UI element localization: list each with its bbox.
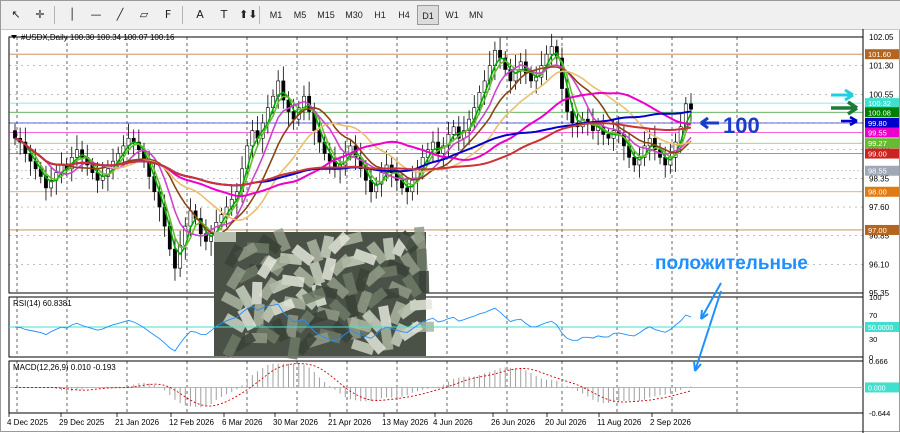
price-tick-label: 101.30 (869, 62, 894, 71)
rsi-tick-label: 70 (869, 311, 877, 320)
date-label: 4 Jun 2026 (433, 418, 473, 427)
price-label-text: 99.55 (868, 129, 887, 138)
cursor-icon[interactable]: ↖ (7, 5, 25, 25)
price-tick-label: 100.55 (869, 90, 894, 99)
timeframe-m30[interactable]: M30 (341, 5, 367, 25)
banknote (251, 281, 263, 305)
price-label-text: 97.00 (868, 226, 887, 235)
date-label: 12 Feb 2026 (169, 418, 214, 427)
date-label: 21 Jan 2026 (115, 418, 160, 427)
macd-tick-label: 0.666 (869, 357, 888, 366)
price-label-text: 100.08 (868, 108, 891, 117)
candle-body (431, 141, 435, 151)
crosshair-icon[interactable]: ✛ (31, 5, 49, 25)
candle-body (549, 46, 554, 55)
toolbar-separator (54, 6, 55, 24)
price-label-text: 98.55 (868, 167, 887, 176)
candle-body (13, 130, 17, 139)
price-label-text: 99.00 (868, 150, 887, 159)
arrows-icon[interactable]: ⬆⬇ (239, 5, 257, 25)
price-label-text: 99.80 (868, 119, 887, 128)
timeframe-m5[interactable]: M5 (289, 5, 311, 25)
toolbar: ↖ ✛ │ — ╱ ▱ F A T ⬆⬇ M1 M5 M15 M30 H1 H4 D1 W1 MN (1, 1, 900, 30)
annotation-100: 100 (723, 113, 760, 138)
macd-label: MACD(12,26,9) 0.010 -0.193 (13, 363, 116, 372)
trendline-icon[interactable]: ╱ (111, 5, 129, 25)
candle-body (405, 187, 410, 193)
text-label-icon[interactable]: T (215, 5, 233, 25)
date-label: 2 Sep 2026 (650, 418, 691, 427)
rsi-label: RSI(14) 60.8381 (13, 299, 72, 308)
candle-body (178, 244, 183, 269)
date-label: 11 Aug 2026 (597, 418, 642, 427)
banknote (253, 303, 265, 327)
symbol-info: #USDX,Daily 100.30 100.34 100.07 100.16 (21, 33, 175, 42)
toolbar-separator (182, 6, 183, 24)
candle-body (689, 103, 693, 110)
candle-body (250, 130, 255, 147)
price-label-text: 101.60 (868, 50, 891, 59)
timeframe-h1[interactable]: H1 (369, 5, 391, 25)
candle-body (173, 248, 177, 269)
timeframe-m15[interactable]: M15 (313, 5, 339, 25)
candle-body (606, 134, 611, 139)
money-photo (214, 226, 435, 360)
banknote (214, 232, 236, 242)
date-label: 4 Dec 2025 (7, 418, 48, 427)
price-tick-label: 102.05 (869, 33, 894, 42)
timeframe-mn[interactable]: MN (465, 5, 487, 25)
price-label-text: 100.32 (868, 99, 891, 108)
horizontal-line-icon[interactable]: — (87, 5, 105, 25)
date-label: 20 Jul 2026 (545, 418, 587, 427)
rsi-level-text: 50.0000 (868, 325, 893, 332)
date-label: 29 Dec 2025 (59, 418, 105, 427)
price-tick-label: 96.10 (869, 260, 890, 269)
macd-tick-label: -0.644 (869, 409, 890, 418)
toolbar-separator (259, 6, 260, 24)
terminal-window: ↖ ✛ │ — ╱ ▱ F A T ⬆⬇ M1 M5 M15 M30 H1 H4 D1 W1 MN 102.05 10… (0, 0, 900, 433)
timeframe-m1[interactable]: M1 (265, 5, 287, 25)
candle-body (647, 137, 652, 147)
candle-body (513, 69, 518, 82)
date-label: 26 Jun 2026 (491, 418, 536, 427)
candle-body (570, 111, 575, 124)
rsi-tick-label: 30 (869, 335, 877, 344)
price-label-text: 99.27 (868, 139, 887, 148)
vertical-line-icon[interactable]: │ (63, 5, 81, 25)
candle-body (75, 149, 79, 158)
timeframe-d1[interactable]: D1 (417, 5, 439, 25)
date-label: 21 Apr 2026 (328, 418, 372, 427)
candle-body (498, 50, 502, 59)
price-tick-label: 97.60 (869, 203, 890, 212)
equidistant-channel-icon[interactable]: ▱ (135, 5, 153, 25)
timeframe-w1[interactable]: W1 (441, 5, 463, 25)
price-label-text: 98.00 (868, 188, 887, 197)
candle-body (188, 210, 193, 227)
date-label: 6 Mar 2026 (222, 418, 263, 427)
date-label: 30 Mar 2026 (273, 418, 318, 427)
macd-zero-text: 0.000 (868, 385, 886, 392)
macd-pane (8, 360, 864, 414)
timeframe-h4[interactable]: H4 (393, 5, 415, 25)
candle-body (529, 72, 533, 82)
fibonacci-icon[interactable]: F (159, 5, 177, 25)
candle-body (632, 157, 637, 166)
text-tool-icon[interactable]: A (191, 5, 209, 25)
chart-area[interactable]: 102.05101.30100.5599.8099.1098.3597.6096… (1, 29, 900, 433)
rsi-tick-label: 100 (869, 293, 882, 302)
annotation-positive: положительные (655, 253, 808, 274)
candle-body (451, 126, 456, 135)
date-label: 13 May 2026 (382, 418, 429, 427)
